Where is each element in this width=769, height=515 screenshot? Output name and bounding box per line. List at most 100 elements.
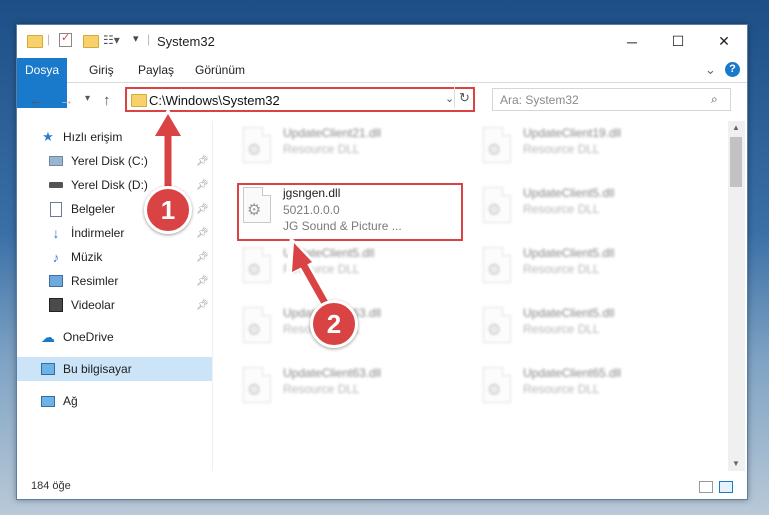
drive-icon bbox=[49, 178, 63, 192]
gear-icon: ⚙ bbox=[247, 262, 262, 279]
sidebar-item-music[interactable]: ♪ Müzik 📌︎ bbox=[17, 245, 212, 269]
file-description: Resource DLL bbox=[523, 142, 600, 156]
search-input[interactable]: Ara: System32 ⌕ bbox=[492, 88, 731, 111]
navigation-bar: ← → ▾ ↑ C:\Windows\System32 ⌄ ↻ Ara: Sys… bbox=[17, 83, 747, 117]
vertical-scrollbar[interactable]: ▲ ▼ bbox=[728, 121, 745, 471]
pin-icon[interactable]: 📌︎ bbox=[196, 156, 209, 167]
callout-badge-1: 1 bbox=[144, 186, 192, 234]
file-description: Resource DLL bbox=[523, 382, 600, 396]
sidebar-item-videos[interactable]: Videolar 📌︎ bbox=[17, 293, 212, 317]
sidebar-item-label: Belgeler bbox=[71, 202, 116, 216]
gear-icon: ⚙ bbox=[487, 142, 502, 159]
new-folder-icon[interactable] bbox=[83, 35, 99, 48]
address-bar[interactable]: C:\Windows\System32 ⌄ ↻ bbox=[125, 87, 475, 112]
search-placeholder: Ara: System32 bbox=[500, 93, 579, 107]
sidebar-item-label: Hızlı erişim bbox=[63, 130, 123, 144]
file-description: Resource DLL bbox=[283, 382, 360, 396]
gear-icon: ⚙ bbox=[487, 262, 502, 279]
sidebar-item-label: Yerel Disk (C:) bbox=[71, 154, 148, 168]
sidebar-item-local-disk-c[interactable]: Yerel Disk (C:) 📌︎ bbox=[17, 149, 212, 173]
folder-icon[interactable] bbox=[27, 35, 43, 48]
close-button[interactable]: ✕ bbox=[701, 25, 747, 58]
maximize-button[interactable]: ☐ bbox=[655, 25, 701, 58]
back-arrow-icon[interactable]: ← bbox=[29, 92, 44, 109]
file-name: UpdateClient5.dll bbox=[523, 246, 615, 260]
pin-icon[interactable]: 📌︎ bbox=[196, 252, 209, 263]
sidebar-item-quick-access[interactable]: ★ Hızlı erişim bbox=[17, 125, 212, 149]
pictures-icon bbox=[49, 274, 63, 288]
file-description: Resource DLL bbox=[523, 322, 600, 336]
file-item[interactable]: ⚙ UpdateClient19.dll Resource DLL bbox=[473, 123, 703, 173]
file-item[interactable]: ⚙ UpdateClient5.dll Resource DLL bbox=[473, 243, 703, 293]
scroll-down-icon[interactable]: ▼ bbox=[732, 459, 740, 468]
title-bar: | ✓ ☷▾ ▾ | System32 ─ ☐ ✕ bbox=[17, 25, 747, 58]
scroll-up-icon[interactable]: ▲ bbox=[732, 123, 740, 132]
file-item[interactable]: ⚙ UpdateClient5.dll Resource DLL bbox=[473, 303, 703, 353]
file-description: Resource DLL bbox=[523, 262, 600, 276]
separator: | bbox=[47, 32, 51, 46]
tab-share[interactable]: Paylaş bbox=[138, 58, 174, 82]
tab-view[interactable]: Görünüm bbox=[195, 58, 245, 82]
gear-icon: ⚙ bbox=[247, 382, 262, 399]
sidebar-item-label: Yerel Disk (D:) bbox=[71, 178, 148, 192]
drive-icon bbox=[49, 154, 63, 168]
sidebar-item-label: Videolar bbox=[71, 298, 115, 312]
search-icon[interactable]: ⌕ bbox=[711, 92, 718, 107]
large-icons-view-icon[interactable] bbox=[719, 481, 733, 493]
details-view-icon[interactable] bbox=[699, 481, 713, 493]
sidebar-item-pictures[interactable]: Resimler 📌︎ bbox=[17, 269, 212, 293]
forward-arrow-icon[interactable]: → bbox=[59, 92, 74, 109]
item-count: 184 öğe bbox=[31, 480, 71, 492]
star-icon: ★ bbox=[42, 129, 54, 144]
properties-icon[interactable]: ✓ bbox=[59, 32, 72, 47]
computer-icon bbox=[41, 362, 55, 376]
folder-icon bbox=[131, 94, 147, 107]
tab-home[interactable]: Giriş bbox=[89, 58, 114, 82]
status-bar: 184 öğe bbox=[17, 475, 747, 499]
sidebar-item-label: Resimler bbox=[71, 274, 119, 288]
file-item[interactable]: ⚙ UpdateClient65.dll Resource DLL bbox=[473, 363, 703, 413]
customize-toolbar-icon[interactable]: ☷▾ bbox=[103, 33, 120, 49]
file-name: UpdateClient63.dll bbox=[283, 366, 382, 380]
up-arrow-icon[interactable]: ↑ bbox=[103, 92, 111, 109]
pin-icon[interactable]: 📌︎ bbox=[196, 180, 209, 191]
sidebar-item-label: Müzik bbox=[71, 250, 103, 264]
file-name: UpdateClient65.dll bbox=[523, 366, 622, 380]
file-item[interactable]: ⚙ UpdateClient21.dll Resource DLL bbox=[233, 123, 463, 173]
file-description: Resource DLL bbox=[283, 142, 360, 156]
explorer-window: | ✓ ☷▾ ▾ | System32 ─ ☐ ✕ Dosya Giriş Pa… bbox=[16, 24, 748, 500]
gear-icon: ⚙ bbox=[487, 322, 502, 339]
gear-icon: ⚙ bbox=[247, 322, 262, 339]
file-name: UpdateClient19.dll bbox=[523, 126, 622, 140]
file-description: Resource DLL bbox=[283, 262, 360, 276]
sidebar-item-label: Ağ bbox=[63, 394, 78, 408]
pin-icon[interactable]: 📌︎ bbox=[196, 228, 209, 239]
gear-icon: ⚙ bbox=[487, 202, 502, 219]
pin-icon[interactable]: 📌︎ bbox=[196, 276, 209, 287]
gear-icon: ⚙ bbox=[487, 382, 502, 399]
address-dropdown-icon[interactable]: ⌄ bbox=[445, 92, 454, 105]
help-icon[interactable]: ? bbox=[725, 62, 740, 77]
file-name: UpdateClient5.dll bbox=[523, 306, 615, 320]
downloads-icon: ↓ bbox=[52, 225, 60, 241]
scrollbar-thumb[interactable] bbox=[730, 137, 742, 187]
file-name: UpdateClient21.dll bbox=[283, 126, 382, 140]
recent-locations-icon[interactable]: ▾ bbox=[85, 93, 90, 104]
sidebar-item-label: OneDrive bbox=[63, 330, 114, 344]
quick-access-dropdown-icon[interactable]: ▾ bbox=[133, 32, 139, 48]
ribbon-collapse-icon[interactable]: ⌄ bbox=[705, 58, 716, 82]
file-list: ⚙ UpdateClient21.dll Resource DLL ⚙ jgsn… bbox=[213, 121, 727, 471]
minimize-button[interactable]: ─ bbox=[609, 25, 655, 58]
separator: | bbox=[147, 32, 151, 46]
file-item[interactable]: ⚙ UpdateClient63.dll Resource DLL bbox=[233, 363, 463, 413]
file-item[interactable]: ⚙ UpdateClient5.dll Resource DLL bbox=[233, 243, 463, 293]
file-description: Resource DLL bbox=[523, 202, 600, 216]
sidebar-item-onedrive[interactable]: ☁ OneDrive bbox=[17, 325, 212, 349]
pin-icon[interactable]: 📌︎ bbox=[196, 204, 209, 215]
refresh-icon[interactable]: ↻ bbox=[454, 87, 474, 108]
sidebar-item-network[interactable]: Ağ bbox=[17, 389, 212, 413]
sidebar-item-this-pc[interactable]: Bu bilgisayar bbox=[17, 357, 212, 381]
file-item[interactable]: ⚙ UpdateClient5.dll Resource DLL bbox=[473, 183, 703, 233]
file-highlight-box bbox=[237, 183, 463, 241]
pin-icon[interactable]: 📌︎ bbox=[196, 300, 209, 311]
